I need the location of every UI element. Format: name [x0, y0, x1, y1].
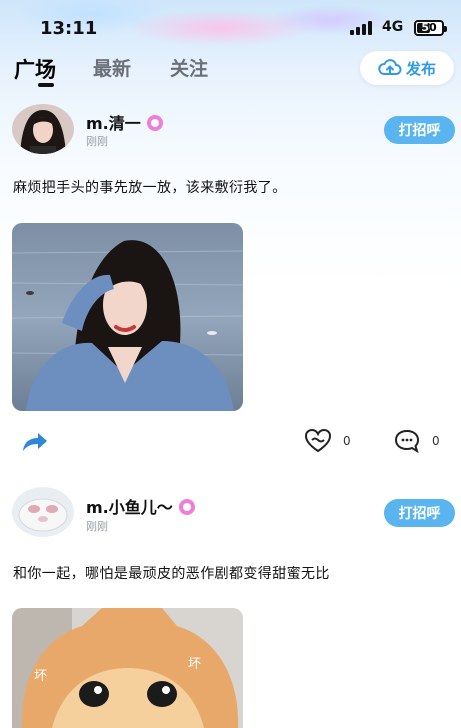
publish-button[interactable]: 发布	[360, 51, 454, 85]
comment-icon[interactable]	[393, 428, 421, 454]
cloud-upload-icon	[378, 59, 402, 75]
signal-icon	[350, 21, 376, 35]
vip-badge-icon	[178, 499, 195, 515]
active-tab-indicator	[38, 83, 54, 87]
username-text: m.清一	[86, 114, 141, 133]
share-icon[interactable]	[20, 430, 50, 454]
image-caption-left: 坏	[34, 669, 47, 684]
status-bar: 13:11 4G 50	[0, 0, 461, 50]
post-text: 和你一起，哪怕是最顽皮的恶作剧都变得甜蜜无比	[13, 566, 330, 582]
post-username[interactable]: m.清一	[86, 110, 163, 134]
username-text: m.小鱼儿～	[86, 498, 173, 517]
battery-level: 50	[421, 21, 437, 34]
avatar[interactable]	[12, 487, 74, 537]
like-count: 0	[343, 434, 351, 448]
vip-badge-icon	[146, 115, 163, 131]
greet-button[interactable]: 打招呼	[384, 116, 455, 144]
post-actions: 0 0	[0, 428, 461, 458]
post-username[interactable]: m.小鱼儿～	[86, 494, 195, 518]
status-time: 13:11	[40, 18, 98, 39]
network-type: 4G	[382, 19, 404, 35]
tab-latest[interactable]: 最新	[93, 54, 131, 81]
like-icon[interactable]	[303, 428, 333, 454]
post-image[interactable]	[12, 223, 243, 411]
image-caption-right: 坏	[188, 657, 201, 672]
greet-button[interactable]: 打招呼	[384, 499, 455, 527]
post-image[interactable]: 坏 坏	[12, 608, 243, 728]
post-time: 刚刚	[86, 135, 108, 148]
post-text: 麻烦把手头的事先放一放，该来敷衍我了。	[13, 180, 287, 196]
tab-following[interactable]: 关注	[170, 54, 208, 81]
battery-icon: 50	[414, 20, 447, 36]
tab-square[interactable]: 广场	[14, 54, 56, 84]
avatar[interactable]	[12, 104, 74, 154]
post-time: 刚刚	[86, 520, 108, 533]
comment-count: 0	[432, 434, 440, 448]
publish-label: 发布	[405, 59, 436, 78]
